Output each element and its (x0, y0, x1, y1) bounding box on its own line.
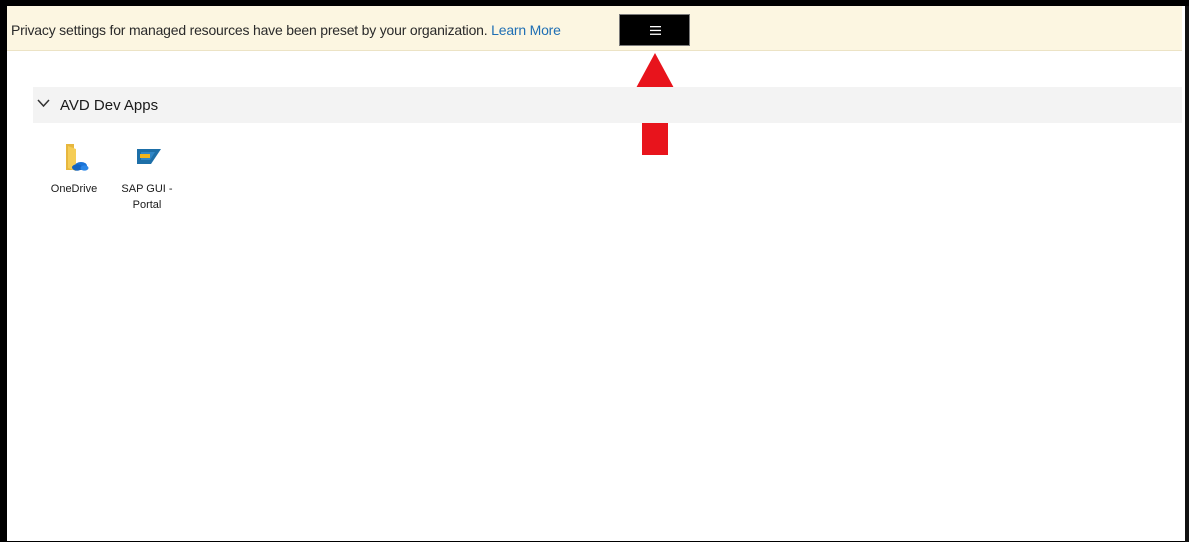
onedrive-icon (66, 144, 89, 171)
hamburger-menu-icon (650, 26, 661, 35)
chevron-down-icon (37, 99, 50, 108)
connection-bar-menu-button[interactable] (619, 14, 690, 46)
app-group-header[interactable]: AVD Dev Apps (33, 87, 1182, 123)
app-label-line1: SAP GUI - (121, 183, 173, 195)
privacy-info-bar: Privacy settings for managed resources h… (7, 6, 1182, 51)
remote-desktop-window (0, 0, 1189, 542)
app-label-line2: Portal (132, 199, 162, 211)
sap-gui-icon (137, 149, 161, 164)
app-label-onedrive: OneDrive (50, 183, 98, 195)
app-tile-sap-gui-portal[interactable]: SAP GUI - Portal (115, 140, 179, 213)
app-group-title: AVD Dev Apps (60, 97, 159, 114)
app-label-sap-gui-portal: SAP GUI - Portal (115, 181, 179, 213)
learn-more-link[interactable]: Learn More (491, 22, 561, 38)
privacy-message: Privacy settings for managed resources h… (11, 22, 561, 38)
window-edge (1185, 6, 1189, 542)
privacy-message-text: Privacy settings for managed resources h… (11, 22, 488, 38)
app-tile-onedrive[interactable]: OneDrive (42, 140, 106, 197)
